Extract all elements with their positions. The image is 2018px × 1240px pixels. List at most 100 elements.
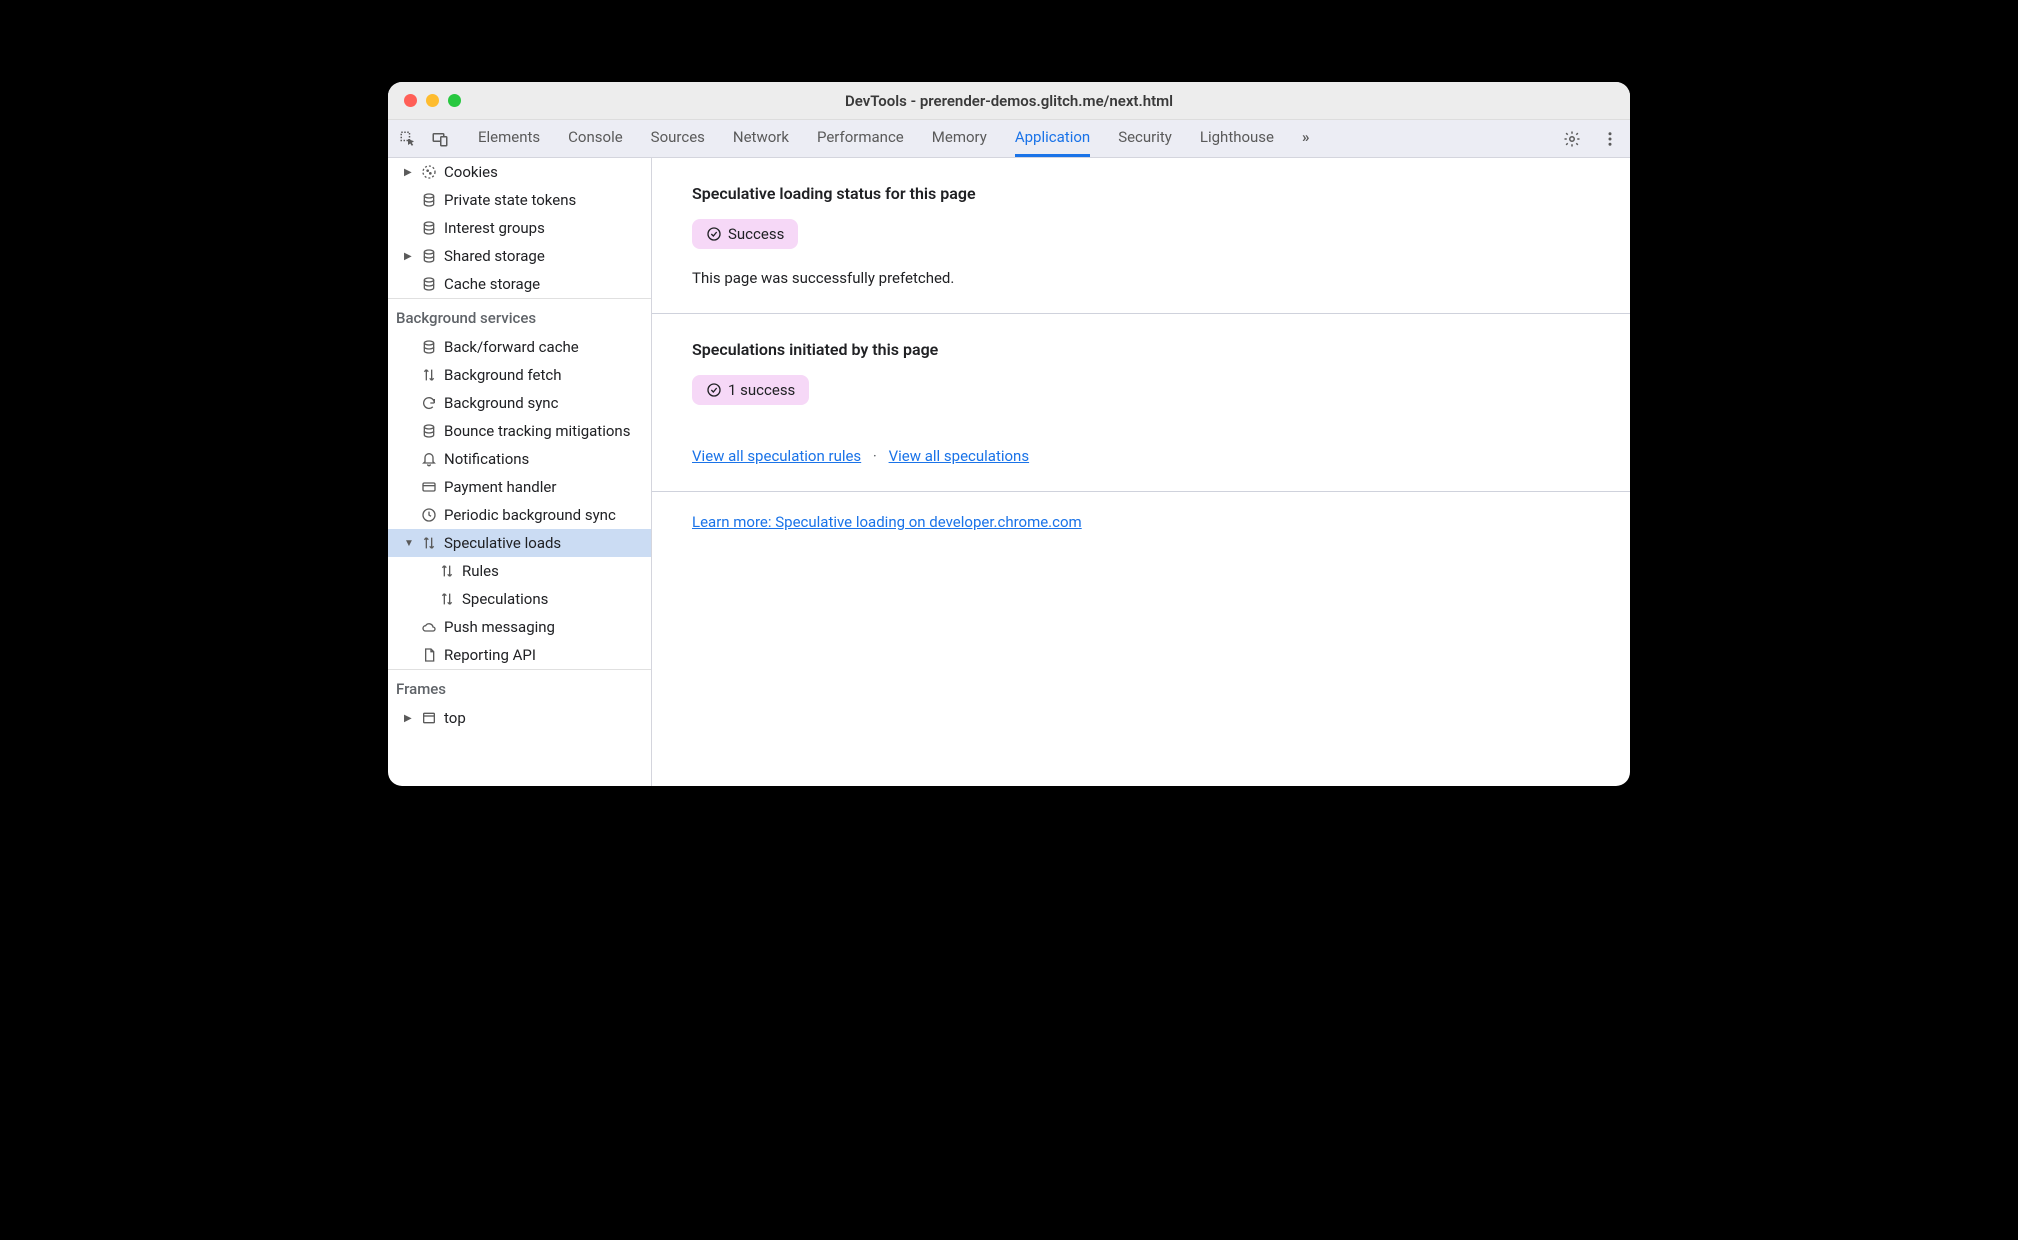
sidebar-item-speculations[interactable]: Speculations: [388, 585, 651, 613]
sidebar-item-private-state-tokens[interactable]: Private state tokens: [388, 186, 651, 214]
learn-more-link[interactable]: Learn more: Speculative loading on devel…: [692, 513, 1082, 531]
arrows-icon: [420, 535, 438, 551]
main-panel: Speculative loading status for this page…: [652, 158, 1630, 786]
tabs-overflow[interactable]: »: [1302, 120, 1310, 157]
sidebar-item-interest-groups[interactable]: Interest groups: [388, 214, 651, 242]
sidebar-item-label: Cookies: [444, 163, 498, 181]
initiated-panel: Speculations initiated by this page 1 su…: [652, 314, 1630, 492]
sidebar-item-label: Bounce tracking mitigations: [444, 422, 630, 440]
panel-tabs: Elements Console Sources Network Perform…: [478, 120, 1310, 157]
db-icon: [420, 423, 438, 439]
card-icon: [420, 479, 438, 495]
section-frames: Frames: [388, 669, 651, 704]
sidebar-item-cookies[interactable]: ▶ Cookies: [388, 158, 651, 186]
sidebar-item-shared-storage[interactable]: ▶ Shared storage: [388, 242, 651, 270]
sidebar-item-label: Speculative loads: [444, 534, 561, 552]
db-icon: [420, 276, 438, 292]
sidebar-item-speculative-loads[interactable]: ▼ Speculative loads: [388, 529, 651, 557]
tab-memory[interactable]: Memory: [932, 120, 987, 157]
db-icon: [420, 192, 438, 208]
arrows-icon: [438, 563, 456, 579]
tab-security[interactable]: Security: [1118, 120, 1172, 157]
tab-sources[interactable]: Sources: [651, 120, 705, 157]
tab-application[interactable]: Application: [1015, 120, 1090, 157]
arrows-icon: [438, 591, 456, 607]
db-icon: [420, 248, 438, 264]
caret-icon: ▶: [404, 251, 414, 262]
sidebar: ▶ Cookies Private state tokens Interest gro…: [388, 158, 652, 786]
tab-elements[interactable]: Elements: [478, 120, 540, 157]
checkmark-icon: [706, 382, 722, 398]
toolbar-right: [1560, 127, 1622, 151]
cookie-icon: [420, 164, 438, 180]
sidebar-item-label: top: [444, 709, 466, 727]
bell-icon: [420, 451, 438, 467]
initiated-badge-label: 1 success: [728, 381, 795, 399]
sidebar-item-background-fetch[interactable]: Background fetch: [388, 361, 651, 389]
doc-icon: [420, 647, 438, 663]
sidebar-item-background-sync[interactable]: Background sync: [388, 389, 651, 417]
sidebar-item-label: Periodic background sync: [444, 506, 616, 524]
toolbar: Elements Console Sources Network Perform…: [388, 120, 1630, 158]
learn-more-panel: Learn more: Speculative loading on devel…: [652, 492, 1630, 551]
sidebar-item-label: Rules: [462, 562, 499, 580]
sidebar-item-notifications[interactable]: Notifications: [388, 445, 651, 473]
sidebar-item-label: Background sync: [444, 394, 558, 412]
arrows-icon: [420, 367, 438, 383]
traffic-lights: [388, 94, 461, 107]
link-view-rules[interactable]: View all speculation rules: [692, 447, 861, 465]
status-badge: Success: [692, 219, 798, 249]
devtools-window: DevTools - prerender-demos.glitch.me/nex…: [388, 82, 1630, 786]
link-view-speculations[interactable]: View all speculations: [889, 447, 1030, 465]
initiated-badge: 1 success: [692, 375, 809, 405]
sidebar-item-reporting-api[interactable]: Reporting API: [388, 641, 651, 669]
caret-icon: ▶: [404, 167, 414, 178]
maximize-button[interactable]: [448, 94, 461, 107]
tab-network[interactable]: Network: [733, 120, 789, 157]
cloud-icon: [420, 619, 438, 635]
frame-icon: [420, 710, 438, 726]
more-icon[interactable]: [1598, 127, 1622, 151]
titlebar: DevTools - prerender-demos.glitch.me/nex…: [388, 82, 1630, 120]
status-description: This page was successfully prefetched.: [692, 269, 1590, 287]
sidebar-item-label: Private state tokens: [444, 191, 576, 209]
device-toggle-icon[interactable]: [428, 127, 452, 151]
clock-icon: [420, 507, 438, 523]
sidebar-item-label: Speculations: [462, 590, 548, 608]
window-title: DevTools - prerender-demos.glitch.me/nex…: [388, 92, 1630, 110]
separator-dot: ·: [873, 447, 877, 465]
content-area: ▶ Cookies Private state tokens Interest gro…: [388, 158, 1630, 786]
sidebar-item-label: Cache storage: [444, 275, 540, 293]
sidebar-item-back-forward-cache[interactable]: Back/forward cache: [388, 333, 651, 361]
tab-console[interactable]: Console: [568, 120, 623, 157]
caret-icon: ▶: [404, 713, 414, 724]
sync-icon: [420, 395, 438, 411]
sidebar-item-rules[interactable]: Rules: [388, 557, 651, 585]
sidebar-item-cache-storage[interactable]: Cache storage: [388, 270, 651, 298]
status-badge-label: Success: [728, 225, 784, 243]
sidebar-item-label: Back/forward cache: [444, 338, 579, 356]
sidebar-item-periodic-background-sync[interactable]: Periodic background sync: [388, 501, 651, 529]
sidebar-item-push-messaging[interactable]: Push messaging: [388, 613, 651, 641]
caret-icon: ▼: [404, 538, 414, 549]
tab-performance[interactable]: Performance: [817, 120, 904, 157]
sidebar-item-top[interactable]: ▶ top: [388, 704, 651, 732]
db-icon: [420, 339, 438, 355]
sidebar-item-payment-handler[interactable]: Payment handler: [388, 473, 651, 501]
status-heading: Speculative loading status for this page: [692, 184, 1590, 203]
db-icon: [420, 220, 438, 236]
sidebar-item-label: Reporting API: [444, 646, 536, 664]
sidebar-item-bounce-tracking-mitigations[interactable]: Bounce tracking mitigations: [388, 417, 651, 445]
settings-icon[interactable]: [1560, 127, 1584, 151]
sidebar-item-label: Shared storage: [444, 247, 545, 265]
section-background-services: Background services: [388, 298, 651, 333]
status-panel: Speculative loading status for this page…: [652, 158, 1630, 314]
minimize-button[interactable]: [426, 94, 439, 107]
close-button[interactable]: [404, 94, 417, 107]
tab-lighthouse[interactable]: Lighthouse: [1200, 120, 1274, 157]
checkmark-icon: [706, 226, 722, 242]
sidebar-item-label: Background fetch: [444, 366, 561, 384]
speculation-links: View all speculation rules · View all sp…: [692, 447, 1590, 465]
sidebar-item-label: Push messaging: [444, 618, 555, 636]
inspect-icon[interactable]: [396, 127, 420, 151]
